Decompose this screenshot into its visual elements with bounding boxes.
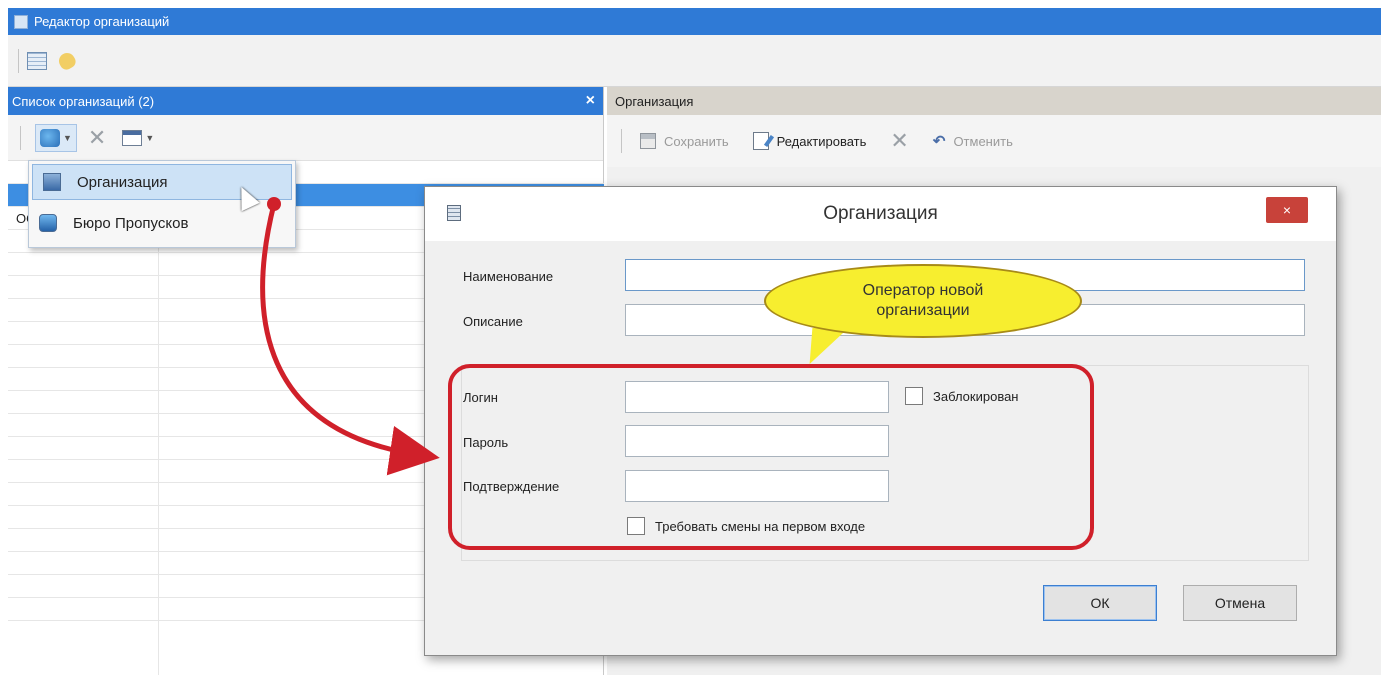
- dialog-close-button[interactable]: ×: [1266, 197, 1308, 223]
- name-label: Наименование: [463, 269, 554, 284]
- menu-item-label: Бюро Пропусков: [73, 214, 189, 232]
- undo-icon: ↶: [932, 133, 946, 150]
- grid-icon[interactable]: [27, 51, 47, 70]
- table-icon: [122, 129, 143, 146]
- toolbar-separator: [18, 48, 19, 73]
- edit-button-label: Редактировать: [776, 133, 867, 149]
- edit-button[interactable]: Редактировать: [752, 132, 881, 150]
- menu-item-pass-bureau[interactable]: Бюро Пропусков: [29, 203, 295, 243]
- bubble-text-line1: Оператор новой: [862, 282, 984, 299]
- save-button-label: Сохранить: [664, 133, 729, 149]
- delete-button[interactable]: ✕: [83, 122, 111, 154]
- delete-icon: ✕: [87, 124, 107, 150]
- add-dropdown-button[interactable]: ▼: [35, 123, 77, 152]
- password-label: Пароль: [463, 435, 509, 450]
- chevron-down-icon: ▼: [145, 132, 155, 143]
- organization-detail-header: Организация: [607, 87, 1381, 115]
- login-label: Логин: [463, 390, 498, 405]
- dialog-titlebar: Организация ×: [425, 187, 1336, 241]
- delete-icon: ✕: [890, 128, 909, 153]
- save-icon: [640, 133, 656, 149]
- pass-bureau-icon: [39, 214, 57, 232]
- require-change-checkbox[interactable]: [627, 517, 645, 535]
- delete-detail-button[interactable]: ✕: [890, 130, 922, 152]
- password-field[interactable]: [625, 425, 889, 457]
- add-organization-icon: [40, 128, 60, 147]
- cancel-button[interactable]: Отмена: [1183, 585, 1297, 621]
- app-icon: [14, 14, 28, 29]
- description-label: Описание: [463, 314, 523, 329]
- organization-list-toolbar: ▼ ✕ ▼: [8, 115, 603, 161]
- organization-detail-title: Организация: [615, 93, 694, 109]
- ok-button[interactable]: ОК: [1043, 585, 1157, 621]
- main-toolbar: [8, 35, 1381, 87]
- blocked-label: Заблокирован: [933, 389, 1019, 404]
- confirm-label: Подтверждение: [463, 479, 560, 494]
- organization-detail-toolbar: Сохранить Редактировать ✕ ↶ Отменить: [607, 115, 1381, 167]
- save-button[interactable]: Сохранить: [640, 133, 743, 149]
- organization-dialog: Организация × Наименование Описание Логи…: [424, 186, 1337, 656]
- toolbar-separator: [621, 129, 622, 153]
- organization-list-header: Список организаций (2) ×: [8, 87, 603, 115]
- speech-bubble: Оператор новой организации: [764, 264, 1082, 338]
- menu-item-label: Организация: [77, 173, 168, 191]
- window-title: Редактор организаций: [34, 14, 170, 29]
- window-titlebar: Редактор организаций: [8, 8, 1381, 35]
- login-field[interactable]: [625, 381, 889, 413]
- confirm-password-field[interactable]: [625, 470, 889, 502]
- organization-list-title: Список организаций (2): [12, 93, 155, 109]
- close-panel-button[interactable]: ×: [586, 92, 595, 110]
- chevron-down-icon: ▼: [63, 132, 72, 143]
- cancel-edit-label: Отменить: [953, 133, 1013, 149]
- toolbar-separator: [20, 125, 21, 150]
- bubble-text-line2: организации: [876, 302, 970, 319]
- dialog-icon: [447, 205, 461, 221]
- dialog-title: Организация: [823, 203, 938, 224]
- key-icon[interactable]: [56, 49, 78, 72]
- blocked-checkbox[interactable]: [905, 387, 923, 405]
- view-dropdown-button[interactable]: ▼: [117, 125, 159, 151]
- cancel-edit-button[interactable]: ↶ Отменить: [933, 132, 1027, 150]
- organization-icon: [43, 173, 61, 191]
- edit-icon: [752, 132, 769, 150]
- require-change-label: Требовать смены на первом входе: [655, 519, 866, 534]
